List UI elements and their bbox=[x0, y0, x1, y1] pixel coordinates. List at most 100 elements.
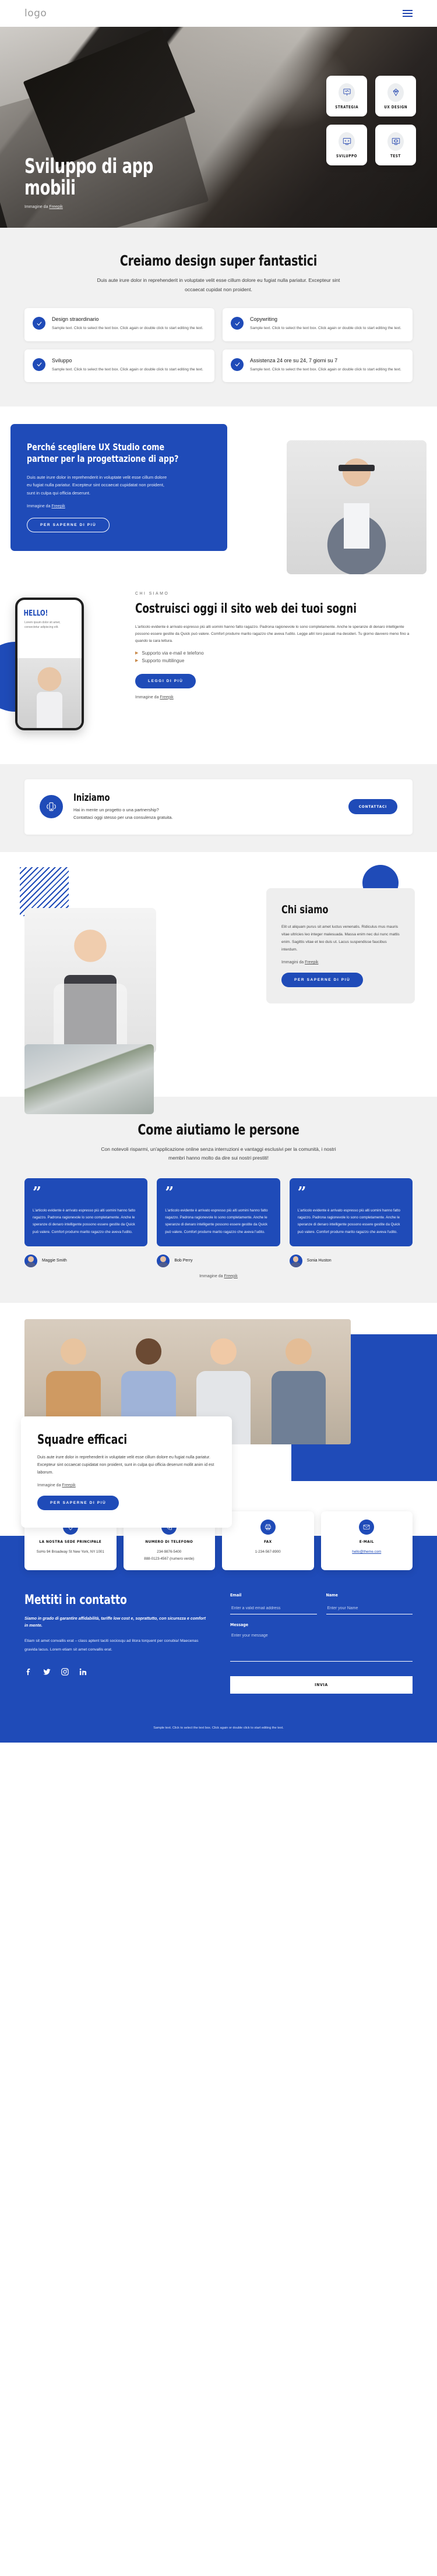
freepik-link[interactable]: Freepik bbox=[51, 504, 65, 508]
footer-title: Mettiti in contatto bbox=[24, 1592, 127, 1607]
freepik-link[interactable]: Freepik bbox=[160, 695, 173, 699]
why-section: Perché scegliere UX Studio come partner … bbox=[0, 407, 437, 575]
why-body: Duis aute irure dolor in reprehenderit i… bbox=[27, 474, 167, 496]
freepik-link[interactable]: Freepik bbox=[62, 1483, 75, 1487]
envelope-icon bbox=[359, 1519, 375, 1535]
twitter-icon[interactable] bbox=[43, 1667, 51, 1679]
freepik-link[interactable]: Freepik bbox=[224, 1274, 238, 1278]
phone-subtext: Lorem ipsum dolor sit amet, consectetur … bbox=[24, 621, 61, 630]
service-card-test[interactable]: TEST bbox=[375, 125, 416, 165]
email-link[interactable]: hello@theme.com bbox=[352, 1550, 381, 1554]
hero-title: Sviluppo di app mobili bbox=[24, 154, 153, 200]
feature-body: Sample text. Click to select the text bo… bbox=[52, 367, 203, 372]
freepik-link[interactable]: Freepik bbox=[305, 960, 318, 964]
about-body: Elit ut aliquam purus sit amet luctus ve… bbox=[281, 924, 400, 952]
bullet-label: Supporto via e-mail e telefono bbox=[142, 650, 204, 656]
submit-button[interactable]: INVIA bbox=[230, 1676, 413, 1694]
why-photo bbox=[287, 440, 427, 575]
testimonials-grid: ” L'articolo evidente è arrivato espress… bbox=[24, 1178, 413, 1246]
about-photo-person bbox=[24, 907, 156, 1054]
author-name: Maggie Smith bbox=[42, 1259, 67, 1263]
build-image-credit: Immagine da Freepik bbox=[135, 695, 413, 699]
message-field-group: Message bbox=[230, 1623, 413, 1665]
testimonial-author: Bob Perry bbox=[157, 1254, 280, 1267]
feature-grid: Design straordinario Sample text. Click … bbox=[24, 308, 413, 383]
bullet-arrow-icon: ▶ bbox=[135, 659, 139, 663]
freepik-link[interactable]: Freepik bbox=[49, 205, 62, 209]
phone-frame: HELLO! Lorem ipsum dolor sit amet, conse… bbox=[15, 598, 84, 731]
phone-photo bbox=[17, 658, 82, 729]
service-card-label: UX DESIGN bbox=[384, 104, 407, 109]
testimonial-card: ” L'articolo evidente è arrivato espress… bbox=[289, 1178, 413, 1246]
bullet-label: Supporto multilingue bbox=[142, 658, 185, 663]
bullet-item: ▶ Supporto via e-mail e telefono bbox=[135, 651, 413, 656]
why-learn-more-button[interactable]: PER SAPERNE DI PIÙ bbox=[27, 518, 110, 533]
feature-card[interactable]: Assistenza 24 ore su 24, 7 giorni su 7 S… bbox=[223, 349, 413, 383]
testimonial-text: L'articolo evidente è arrivato espresso … bbox=[33, 1209, 136, 1234]
cta-card: Iniziamo Hai in mente un progetto o una … bbox=[24, 779, 413, 835]
hero-image-credit: Immagine da Freepik bbox=[24, 205, 199, 209]
footer-bottom-note: Sample text. Click to select the text bo… bbox=[153, 1726, 284, 1730]
feature-title: Design straordinario bbox=[52, 316, 99, 323]
build-section: HELLO! Lorem ipsum dolor sit amet, conse… bbox=[0, 572, 437, 765]
instagram-icon[interactable] bbox=[61, 1667, 69, 1679]
message-textarea[interactable] bbox=[230, 1631, 413, 1662]
avatar bbox=[157, 1254, 170, 1267]
footer-left: Mettiti in contatto Siamo in grado di ga… bbox=[24, 1593, 207, 1694]
about-learn-more-button[interactable]: PER SAPERNE DI PIÙ bbox=[281, 973, 364, 988]
contact-card-email: E-MAIL hello@theme.com bbox=[320, 1511, 413, 1570]
contact-us-button[interactable]: CONTATTACI bbox=[348, 799, 397, 815]
email-label: Email bbox=[230, 1592, 242, 1598]
contact-card-title: LA NOSTRA SEDE PRINCIPALE bbox=[39, 1539, 102, 1544]
service-card-sviluppo[interactable]: SVILUPPO bbox=[326, 125, 367, 165]
feature-card[interactable]: Design straordinario Sample text. Click … bbox=[24, 308, 214, 341]
teams-card: Squadre efficaci Duis aute irure dolor i… bbox=[21, 1416, 232, 1528]
site-header: logo bbox=[0, 0, 437, 27]
service-card-ux-design[interactable]: UX DESIGN bbox=[375, 76, 416, 116]
logo[interactable]: logo bbox=[24, 8, 47, 19]
strategy-board-icon bbox=[339, 83, 355, 102]
contact-card-title: NUMERO DI TELEFONO bbox=[145, 1539, 193, 1544]
facebook-icon[interactable] bbox=[24, 1667, 33, 1679]
contact-card-body: 1-234-567-8900 bbox=[255, 1550, 281, 1554]
feature-card[interactable]: Sviluppo Sample text. Click to select th… bbox=[24, 349, 214, 383]
hero-text-block: Sviluppo di app mobili Immagine da Freep… bbox=[24, 156, 199, 209]
hamburger-menu-icon[interactable] bbox=[403, 10, 413, 17]
email-input[interactable] bbox=[230, 1603, 317, 1614]
feature-body: Sample text. Click to select the text bo… bbox=[250, 326, 401, 331]
pen-tool-icon bbox=[387, 83, 404, 102]
credit-prefix: Immagine da bbox=[199, 1274, 224, 1278]
teams-image-credit: Immagine da Freepik bbox=[37, 1483, 216, 1487]
linkedin-icon[interactable] bbox=[79, 1667, 87, 1679]
about-section: Chi siamo Elit ut aliquam purus sit amet… bbox=[0, 851, 437, 1114]
testimonial-authors: Maggie Smith Bob Perry Sonia Huston bbox=[24, 1254, 413, 1267]
service-card-label: STRATEGIA bbox=[335, 104, 358, 109]
design-section: Creiamo design super fantastici Duis aut… bbox=[0, 228, 437, 407]
feature-card[interactable]: Copywriting Sample text. Click to select… bbox=[223, 308, 413, 341]
check-icon bbox=[231, 358, 244, 371]
footer-body-text: Etiam sit amet convallis erat – class ap… bbox=[24, 1638, 199, 1652]
teams-learn-more-button[interactable]: PER SAPERNE DI PIÙ bbox=[37, 1496, 119, 1511]
name-input[interactable] bbox=[326, 1603, 413, 1614]
build-text-column: CHI SIAMO Costruisci oggi il sito web de… bbox=[135, 592, 413, 699]
contact-card-body: hello@theme.com bbox=[326, 1549, 408, 1555]
feature-title: Assistenza 24 ore su 24, 7 giorni su 7 bbox=[250, 357, 338, 363]
feature-body: Sample text. Click to select the text bo… bbox=[250, 367, 401, 372]
feature-title: Sviluppo bbox=[52, 357, 72, 363]
check-icon bbox=[33, 317, 45, 330]
hero-service-cards: STRATEGIA UX DESIGN SVILUPPO TEST bbox=[326, 76, 416, 165]
build-read-more-button[interactable]: LEGGI DI PIÙ bbox=[135, 673, 196, 688]
service-card-strategia[interactable]: STRATEGIA bbox=[326, 76, 367, 116]
avatar bbox=[24, 1254, 37, 1267]
name-label: Name bbox=[326, 1592, 338, 1598]
build-title: Costruisci oggi il sito web dei tuoi sog… bbox=[135, 602, 357, 617]
credit-prefix: Immagine da bbox=[27, 504, 52, 509]
page-root: logo Sviluppo di app mobili Immagine da … bbox=[0, 0, 437, 1743]
testimonials-lead: Con notevoli risparmi, un'applicazione o… bbox=[101, 1146, 336, 1161]
testimonial-author: Sonia Huston bbox=[289, 1254, 413, 1267]
why-title: Perché scegliere UX Studio come partner … bbox=[27, 441, 179, 465]
testimonial-text: L'articolo evidente è arrivato espresso … bbox=[297, 1209, 400, 1234]
build-bullets: ▶ Supporto via e-mail e telefono ▶ Support… bbox=[135, 651, 413, 663]
credit-prefix: Immagini da bbox=[281, 960, 305, 965]
credit-prefix: Immagine da bbox=[24, 205, 50, 209]
